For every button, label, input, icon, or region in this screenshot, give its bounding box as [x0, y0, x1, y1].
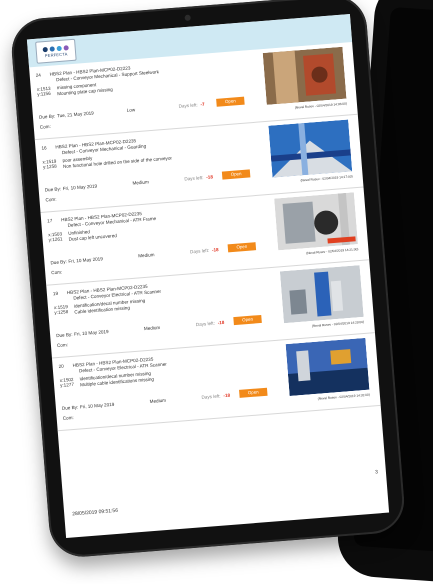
days-left-value: -18: [206, 174, 214, 180]
tablet-screen: PERFECTA 24 HBS2 Plan - HBS2 Plan-MCP02-D…: [26, 14, 390, 538]
comment-label: Com:: [45, 196, 57, 203]
due-row: Due By: Fri, 10 May 2019 Medium Days left: -…: [50, 240, 278, 268]
due-by-label: Due By:: [50, 259, 67, 266]
item-coordinates: x:1502 y:1277: [60, 377, 75, 388]
status-open-button[interactable]: Open: [233, 314, 262, 326]
due-row: Due By: Tue, 21 May 2019 Low Days left: -7 Op…: [39, 95, 267, 123]
due-row: Due By: Fri, 10 May 2019 Medium Days left: -…: [62, 386, 290, 414]
item-coordinates: x:1513 y:1156: [37, 86, 52, 97]
priority-value: Medium: [149, 397, 167, 404]
due-date: Tue, 21 May 2019: [56, 110, 94, 119]
due-by-label: Due By:: [56, 331, 73, 339]
tablet-device: PERFECTA 24 HBS2 Plan - HBS2 Plan-MCP02-D…: [9, 0, 407, 560]
comment-label: Com:: [62, 414, 74, 421]
days-left-value: -18: [223, 392, 231, 399]
defect-photo[interactable]: [285, 337, 370, 396]
status-open-button[interactable]: Open: [216, 96, 245, 107]
item-number: 17: [46, 218, 53, 224]
due-by-label: Due By:: [61, 404, 79, 411]
defect-list: 24 HBS2 Plan - HBS2 Plan-MCP02-D2223 Defec…: [29, 41, 381, 432]
status-open-button[interactable]: Open: [221, 169, 251, 180]
y-coordinate: y:1277: [59, 381, 75, 388]
due-row: Due By: Fri, 10 May 2019 Medium Days left: -…: [44, 168, 272, 196]
comment-label: Com:: [39, 123, 51, 130]
defect-photo[interactable]: [274, 192, 358, 251]
due-date: Fri, 10 May 2019: [79, 401, 115, 410]
comment-label: Com:: [56, 342, 69, 349]
priority-value: Low: [126, 107, 136, 113]
item-number: 24: [35, 72, 42, 78]
due-date: Fri, 10 May 2019: [73, 328, 109, 337]
item-coordinates: x:1519 y:1258: [54, 304, 69, 315]
y-coordinate: y:1258: [54, 309, 69, 316]
y-coordinate: y:1156: [37, 90, 51, 97]
defect-photo[interactable]: [268, 119, 353, 178]
due-by-label: Due By:: [38, 113, 56, 120]
company-logo: PERFECTA: [35, 38, 77, 64]
days-left-label: Days left:: [195, 320, 216, 328]
days-left-label: Days left:: [184, 175, 204, 182]
item-number: 19: [52, 290, 59, 297]
due-date: Fri, 10 May 2019: [68, 256, 103, 264]
item-coordinates: x:1503 y:1261: [48, 231, 63, 242]
defect-photo[interactable]: [279, 265, 364, 324]
days-left-label: Days left:: [189, 247, 210, 255]
due-date: Fri, 10 May 2019: [62, 183, 98, 192]
priority-value: Medium: [132, 179, 149, 186]
item-number: 20: [58, 363, 64, 369]
y-coordinate: y:1258: [42, 163, 57, 170]
days-left-value: -18: [217, 319, 225, 326]
logo-text: PERFECTA: [44, 50, 68, 58]
days-left-value: -7: [200, 101, 205, 108]
y-coordinate: y:1261: [48, 236, 63, 243]
defect-photo[interactable]: [262, 46, 347, 105]
footer-timestamp: 28/05/2019 09:51:56: [72, 507, 119, 518]
priority-value: Medium: [143, 324, 161, 332]
status-open-button[interactable]: Open: [227, 242, 257, 253]
due-row: Due By: Fri, 10 May 2019 Medium Days left: -…: [56, 313, 284, 341]
due-by-label: Due By:: [44, 186, 62, 193]
days-left-label: Days left:: [201, 393, 221, 400]
camera-icon: [184, 14, 191, 22]
days-left-value: -18: [211, 247, 219, 253]
days-left-label: Days left:: [178, 102, 198, 109]
comment-label: Com:: [51, 269, 63, 276]
item-coordinates: x:1519 y:1258: [42, 159, 57, 170]
priority-value: Medium: [138, 252, 155, 259]
page-number: 3: [374, 469, 379, 476]
status-open-button[interactable]: Open: [239, 387, 268, 398]
item-number: 16: [41, 145, 47, 151]
